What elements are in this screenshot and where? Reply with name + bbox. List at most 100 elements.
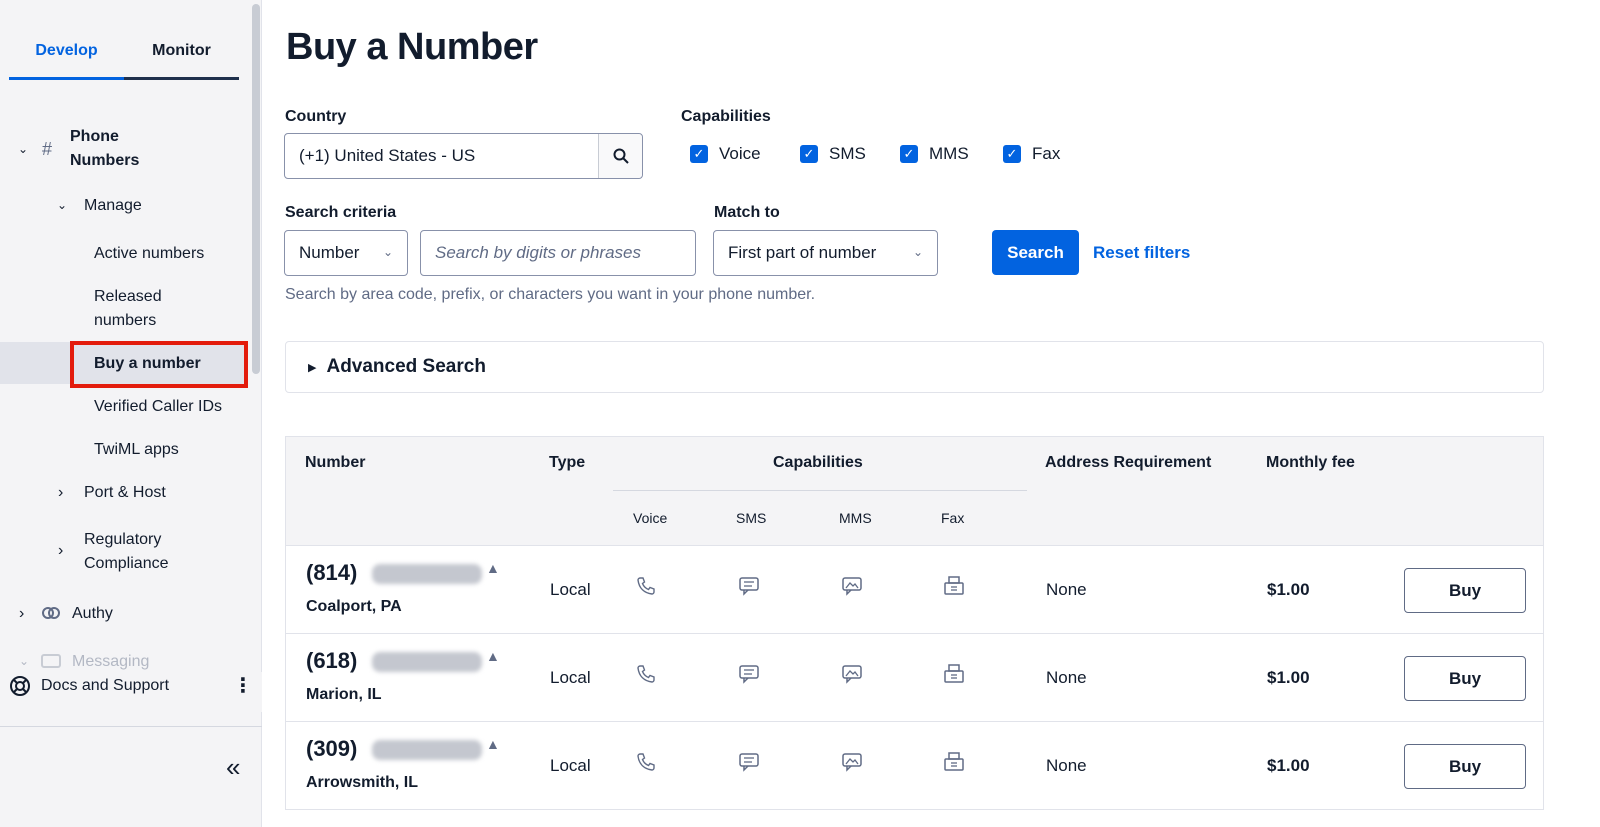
- sidebar-item-phone-numbers[interactable]: Phone Numbers: [70, 125, 139, 173]
- image-message-icon: [841, 576, 863, 601]
- advanced-search-label: Advanced Search: [326, 356, 486, 377]
- lifebuoy-icon: [9, 675, 31, 702]
- chevron-down-icon[interactable]: ⌄: [19, 654, 29, 668]
- match-to-select[interactable]: First part of number ⌄: [713, 230, 938, 276]
- highlight-box: [70, 341, 248, 388]
- chevron-right-icon[interactable]: ›: [58, 484, 63, 502]
- sidebar-item-label: Numbers: [70, 152, 140, 169]
- sidebar-item-verified-caller-ids[interactable]: Verified Caller IDs: [94, 395, 222, 419]
- check-icon: ✓: [900, 145, 918, 163]
- buy-button[interactable]: Buy: [1404, 656, 1526, 701]
- check-icon: ✓: [800, 145, 818, 163]
- check-icon: ✓: [690, 145, 708, 163]
- capability-voice-checkbox[interactable]: ✓ Voice: [690, 144, 761, 164]
- capability-fax-checkbox[interactable]: ✓ Fax: [1003, 144, 1060, 164]
- country-field[interactable]: (+1) United States - US: [284, 133, 643, 179]
- search-button[interactable]: Search: [992, 230, 1079, 275]
- docs-and-support-link[interactable]: Docs and Support: [41, 674, 169, 698]
- triangle-up-icon: ▲: [486, 736, 500, 752]
- match-to-value: First part of number: [728, 243, 877, 262]
- reset-filters-link[interactable]: Reset filters: [1093, 243, 1190, 263]
- number-location: Arrowsmith, IL: [306, 774, 419, 791]
- column-header-mms: MMS: [839, 510, 872, 526]
- advanced-search-toggle[interactable]: ▶ Advanced Search: [285, 341, 1544, 393]
- criteria-select[interactable]: Number ⌄: [284, 230, 408, 276]
- buy-button[interactable]: Buy: [1404, 744, 1526, 789]
- chevron-down-icon[interactable]: ⌄: [57, 198, 67, 212]
- redacted-number: [372, 652, 482, 672]
- sidebar-item-label: numbers: [94, 312, 157, 329]
- tab-develop[interactable]: Develop: [9, 36, 124, 80]
- sidebar-tabs: Develop Monitor: [9, 36, 239, 80]
- table-row: (814) ▲ Coalport, PA Local None $1.00 Bu…: [285, 546, 1544, 634]
- capability-label: MMS: [929, 144, 969, 163]
- collapse-sidebar-icon[interactable]: «: [226, 752, 240, 783]
- search-placeholder: Search by digits or phrases: [435, 243, 641, 262]
- capability-label: Fax: [1032, 144, 1061, 163]
- column-header-capabilities: Capabilities: [773, 454, 863, 471]
- column-header-fax: Fax: [941, 510, 965, 526]
- match-to-label: Match to: [714, 204, 780, 221]
- number-type: Local: [550, 756, 591, 775]
- search-icon: [613, 148, 629, 164]
- check-icon: ✓: [1003, 145, 1021, 163]
- number-area-code: (618): [306, 648, 358, 673]
- link-icon: [40, 603, 62, 628]
- triangle-up-icon: ▲: [486, 560, 500, 576]
- triangle-up-icon: ▲: [486, 648, 500, 664]
- sidebar-scrollbar[interactable]: [252, 4, 260, 374]
- sidebar-item-manage[interactable]: Manage: [84, 194, 142, 218]
- address-requirement: None: [1046, 756, 1087, 775]
- chevron-right-icon[interactable]: ›: [19, 605, 24, 623]
- sidebar-item-twiml-apps[interactable]: TwiML apps: [94, 438, 179, 462]
- redacted-number: [372, 564, 482, 584]
- sidebar-divider: [0, 726, 262, 727]
- country-value: (+1) United States - US: [299, 146, 476, 165]
- capability-mms-checkbox[interactable]: ✓ MMS: [900, 144, 969, 164]
- column-header-number: Number: [305, 454, 366, 471]
- search-criteria-label: Search criteria: [285, 204, 397, 221]
- monthly-fee: $1.00: [1267, 756, 1310, 775]
- page-title: Buy a Number: [286, 26, 538, 68]
- table-header: [285, 436, 1544, 546]
- sidebar-item-port-host[interactable]: Port & Host: [84, 481, 166, 505]
- sidebar-item-messaging[interactable]: Messaging: [72, 650, 149, 674]
- search-input[interactable]: Search by digits or phrases: [420, 230, 696, 276]
- chat-icon: [738, 752, 760, 777]
- address-requirement: None: [1046, 668, 1087, 687]
- image-message-icon: [841, 752, 863, 777]
- chevron-down-icon[interactable]: ⌄: [18, 142, 28, 156]
- sidebar: Develop Monitor ⌄ # Phone Numbers ⌄ Mana…: [0, 0, 262, 827]
- fax-icon: [943, 576, 965, 601]
- tab-monitor[interactable]: Monitor: [124, 36, 239, 80]
- number-type: Local: [550, 668, 591, 687]
- monthly-fee: $1.00: [1267, 580, 1310, 599]
- number-area-code: (814): [306, 560, 358, 585]
- search-helper-text: Search by area code, prefix, or characte…: [285, 286, 816, 303]
- chevron-down-icon: ⌄: [382, 245, 393, 259]
- column-header-address-requirement: Address Requirement: [1045, 454, 1212, 471]
- country-search-button[interactable]: [598, 134, 642, 178]
- sidebar-item-released-numbers[interactable]: Released numbers: [94, 285, 162, 333]
- phone-icon: [636, 576, 656, 601]
- capability-sms-checkbox[interactable]: ✓ SMS: [800, 144, 866, 164]
- sidebar-item-authy[interactable]: Authy: [72, 602, 113, 626]
- chat-icon: [738, 576, 760, 601]
- caret-right-icon: ▶: [308, 361, 317, 374]
- column-header-type: Type: [549, 454, 586, 471]
- column-header-monthly-fee: Monthly fee: [1266, 454, 1355, 471]
- chat-icon: [738, 664, 760, 689]
- column-header-voice: Voice: [633, 510, 668, 526]
- sidebar-item-regulatory-compliance[interactable]: Regulatory Compliance: [84, 528, 168, 576]
- sidebar-item-label: Regulatory: [84, 531, 162, 548]
- more-options-icon[interactable]: ⋮: [233, 675, 253, 697]
- number-area-code: (309): [306, 736, 358, 761]
- image-message-icon: [841, 664, 863, 689]
- buy-button[interactable]: Buy: [1404, 568, 1526, 613]
- sidebar-item-active-numbers[interactable]: Active numbers: [94, 242, 204, 266]
- capabilities-label: Capabilities: [681, 108, 771, 125]
- phone-icon: [636, 752, 656, 777]
- criteria-value: Number: [299, 243, 360, 262]
- address-requirement: None: [1046, 580, 1087, 599]
- chevron-right-icon[interactable]: ›: [58, 542, 63, 560]
